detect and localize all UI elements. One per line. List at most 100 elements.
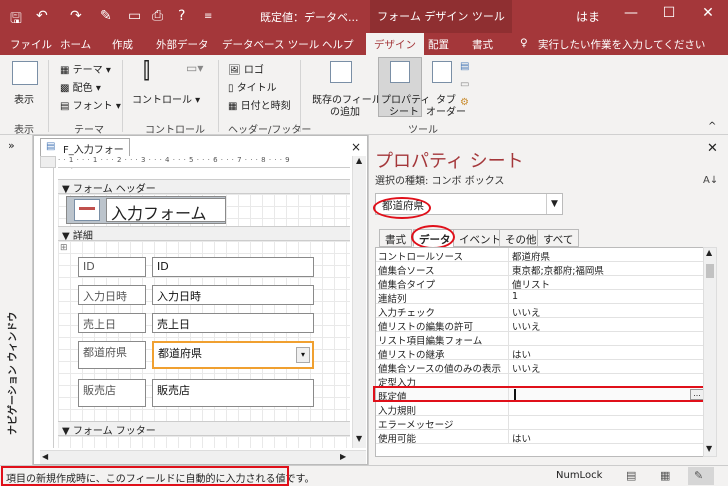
tab-arrange[interactable]: 配置: [428, 37, 449, 52]
tab-database-tools[interactable]: データベース ツール: [222, 37, 319, 52]
property-row[interactable]: リスト項目編集フォーム: [376, 332, 706, 347]
scroll-up-icon[interactable]: ▲: [356, 156, 362, 165]
help-icon[interactable]: ?: [178, 8, 185, 24]
scroll-down-icon[interactable]: ▼: [706, 444, 712, 453]
customize-qat-icon[interactable]: ≡: [204, 11, 212, 22]
tab-create[interactable]: 作成: [112, 37, 133, 52]
combo-box-prefecture[interactable]: 都道府県 ▾: [152, 341, 314, 369]
designer-vertical-scrollbar[interactable]: ▲ ▼: [352, 156, 366, 448]
logo-button[interactable]: 🖼 ロゴ: [228, 61, 264, 76]
view-code-icon[interactable]: ▭: [460, 79, 469, 90]
property-grid-scrollbar[interactable]: ▲ ▼: [703, 247, 717, 457]
field-box-sales-date[interactable]: 売上日: [152, 313, 314, 333]
design-view-icon[interactable]: ✎: [694, 469, 703, 482]
form-view-icon[interactable]: ▤: [626, 469, 636, 482]
view-icon[interactable]: [12, 61, 38, 85]
field-box-input-datetime[interactable]: 入力日時: [152, 285, 314, 305]
print-preview-icon[interactable]: ⎙: [152, 8, 163, 24]
scroll-thumb[interactable]: [706, 264, 714, 278]
detail-area[interactable]: ⊞ ID ID 入力日時 入力日時 売上日 売上日 都道府県 都道府県 ▾ 販売…: [58, 241, 350, 421]
tab-format[interactable]: 書式: [379, 229, 412, 247]
document-tab[interactable]: ▤ F_入力フォーム: [40, 138, 130, 171]
expand-nav-icon[interactable]: »: [8, 139, 15, 152]
field-box-store[interactable]: 販売店: [152, 379, 314, 407]
undo-icon[interactable]: ↶: [36, 8, 48, 24]
open-icon[interactable]: ▭: [128, 8, 141, 24]
move-handle-icon[interactable]: ⊞: [60, 243, 68, 253]
detail-bar[interactable]: ▼ 詳細: [58, 226, 350, 242]
tab-other[interactable]: その他: [499, 229, 543, 247]
form-icon: ▤: [46, 141, 56, 152]
group-header-footer-label: ヘッダー/フッター: [228, 125, 312, 136]
close-property-sheet-icon[interactable]: ✕: [707, 141, 718, 156]
tab-help[interactable]: ヘルプ: [322, 37, 354, 52]
fonts-button[interactable]: ▤ フォント ▾: [60, 97, 121, 112]
property-row[interactable]: 入力チェック いいえ: [376, 304, 706, 319]
property-row[interactable]: 値リストの編集の許可 いいえ: [376, 318, 706, 333]
property-row[interactable]: エラーメッセージ: [376, 416, 706, 431]
dropdown-arrow-icon[interactable]: ▾: [296, 347, 310, 363]
controls-icon[interactable]: ⫿: [143, 59, 150, 84]
sort-icon[interactable]: A↓: [703, 175, 718, 186]
collapse-ribbon-icon[interactable]: ^: [708, 121, 716, 132]
view-button[interactable]: 表示: [14, 91, 34, 106]
layout-view-icon[interactable]: ▦: [660, 469, 670, 482]
group-controls-label: コントロール: [145, 125, 205, 136]
form-header-area[interactable]: 入力フォーム: [58, 194, 350, 226]
navigation-pane-label[interactable]: ナビゲーション ウィンドウ: [4, 312, 19, 435]
tab-file[interactable]: ファイル: [10, 37, 52, 52]
datetime-button[interactable]: ▦ 日付と時刻: [228, 97, 291, 112]
form-footer-bar[interactable]: ▼ フォーム フッター: [58, 421, 350, 437]
tab-home[interactable]: ホーム: [60, 37, 91, 52]
form-logo-icon[interactable]: [74, 199, 100, 221]
tab-format[interactable]: 書式: [472, 37, 493, 52]
field-label-input-datetime[interactable]: 入力日時: [78, 285, 146, 305]
property-sheet-icon: [390, 61, 410, 83]
scroll-right-icon[interactable]: ▶: [340, 452, 346, 461]
chevron-down-icon[interactable]: ▼: [546, 194, 562, 214]
tell-me-search[interactable]: 実行したい作業を入力してください: [538, 37, 705, 52]
designer-horizontal-scrollbar[interactable]: ◀ ▶: [40, 450, 366, 464]
form-selector[interactable]: [40, 156, 56, 168]
property-row[interactable]: 値集合ソース 東京都;京都府;福岡県: [376, 262, 706, 277]
redo-icon[interactable]: ↷: [70, 8, 82, 24]
controls-button[interactable]: コントロール ▾: [132, 91, 200, 106]
close-button[interactable]: ✕: [694, 5, 722, 21]
user-name[interactable]: はま: [576, 8, 600, 25]
field-label-store[interactable]: 販売店: [78, 379, 146, 407]
add-existing-fields-icon[interactable]: [330, 61, 352, 83]
tab-all[interactable]: すべて: [537, 229, 580, 247]
property-row[interactable]: コントロールソース 都道府県: [376, 248, 706, 263]
scroll-up-icon[interactable]: ▲: [706, 248, 712, 257]
property-row[interactable]: 値集合ソースの値のみの表示 いいえ: [376, 360, 706, 375]
scroll-down-icon[interactable]: ▼: [356, 434, 362, 443]
restore-button[interactable]: ☐: [655, 5, 683, 21]
property-row[interactable]: 値集合タイプ 値リスト: [376, 276, 706, 291]
form-header-bar[interactable]: ▼ フォーム ヘッダー: [58, 179, 350, 195]
form-footer-area[interactable]: [58, 436, 350, 448]
convert-macros-icon[interactable]: ⚙: [460, 97, 469, 108]
property-row[interactable]: 連結列 1: [376, 290, 706, 305]
property-row[interactable]: 値リストの継承 はい: [376, 346, 706, 361]
tab-order-icon[interactable]: [432, 61, 452, 83]
form-title-label[interactable]: 入力フォーム: [106, 198, 226, 223]
field-label-id[interactable]: ID: [78, 257, 146, 277]
save-icon[interactable]: 🖫: [10, 8, 22, 32]
property-row[interactable]: 使用可能 はい: [376, 430, 706, 445]
colors-button[interactable]: ▩ 配色 ▾: [60, 79, 101, 94]
subform-icon[interactable]: ▤: [460, 61, 469, 72]
scroll-left-icon[interactable]: ◀: [42, 452, 48, 461]
title-button[interactable]: ▯ タイトル: [228, 79, 277, 94]
close-document-button[interactable]: ×: [351, 140, 361, 154]
field-box-id[interactable]: ID: [152, 257, 314, 277]
field-label-prefecture[interactable]: 都道府県: [78, 341, 146, 369]
minimize-button[interactable]: —: [617, 5, 645, 21]
tab-design[interactable]: デザイン: [366, 33, 424, 55]
qat-icon[interactable]: ✎: [100, 8, 112, 24]
property-row[interactable]: 入力規則: [376, 402, 706, 417]
navigation-pane[interactable]: » ナビゲーション ウィンドウ: [0, 135, 33, 465]
tab-external-data[interactable]: 外部データ: [156, 37, 209, 52]
controls-more-icon[interactable]: ▭▾: [186, 61, 203, 75]
field-label-sales-date[interactable]: 売上日: [78, 313, 146, 333]
theme-button[interactable]: ▦ テーマ ▾: [60, 61, 111, 76]
